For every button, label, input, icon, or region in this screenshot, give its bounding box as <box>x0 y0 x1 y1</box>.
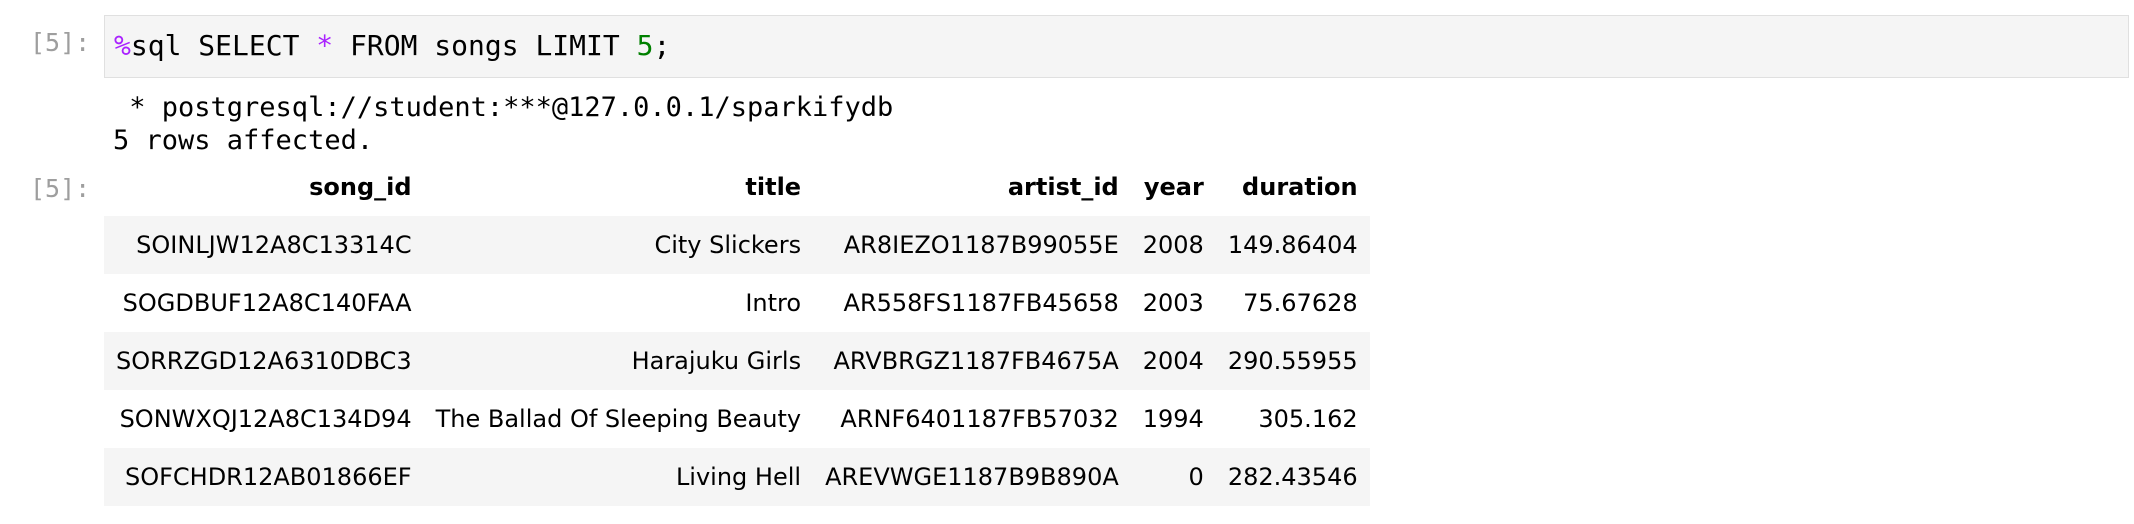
cell-song-id: SOGDBUF12A8C140FAA <box>122 289 412 317</box>
cell-title: The Ballad Of Sleeping Beauty <box>435 405 802 433</box>
star-operator: * <box>316 29 334 62</box>
cell-artist-id: ARVBRGZ1187FB4675A <box>833 347 1119 375</box>
table-row: SOGDBUF12A8C140FAA Intro AR558FS1187FB45… <box>104 274 1370 332</box>
column-header-duration: duration <box>1242 173 1358 201</box>
cell-song-id: SOFCHDR12AB01866EF <box>124 463 412 491</box>
cell-year: 2008 <box>1142 231 1204 259</box>
cell-artist-id: AR558FS1187FB45658 <box>843 289 1119 317</box>
output-prompt: [5]: <box>30 174 91 203</box>
code-text-3: ; <box>653 29 671 62</box>
code-line[interactable]: %sql SELECT * FROM songs LIMIT 5; <box>114 29 670 62</box>
cell-duration: 149.86404 <box>1227 231 1358 259</box>
cell-title: Intro <box>745 289 802 317</box>
column-header-year: year <box>1143 173 1204 201</box>
cell-duration: 305.162 <box>1258 405 1358 433</box>
cell-duration: 290.55955 <box>1227 347 1358 375</box>
cell-year: 1994 <box>1142 405 1204 433</box>
table-row: SORRZGD12A6310DBC3 Harajuku Girls ARVBRG… <box>104 332 1370 390</box>
table-header-row: song_id title artist_id year duration <box>104 158 1370 216</box>
code-input-cell[interactable]: %sql SELECT * FROM songs LIMIT 5; <box>104 15 2129 78</box>
cell-song-id: SOINLJW12A8C13314C <box>136 231 412 259</box>
cell-song-id: SONWXQJ12A8C134D94 <box>119 405 412 433</box>
code-text-1: sql SELECT <box>130 29 317 62</box>
code-text-2: FROM songs LIMIT <box>333 29 637 62</box>
cell-artist-id: ARNF6401187FB57032 <box>840 405 1119 433</box>
cell-artist-id: AR8IEZO1187B99055E <box>843 231 1119 259</box>
result-table: song_id title artist_id year duration SO… <box>104 158 1370 506</box>
cell-duration: 75.67628 <box>1243 289 1358 317</box>
column-header-artist-id: artist_id <box>1007 173 1119 201</box>
input-prompt: [5]: <box>30 28 91 57</box>
magic-token: % <box>114 29 131 62</box>
column-header-song-id: song_id <box>309 173 412 201</box>
connection-output: * postgresql://student:***@127.0.0.1/spa… <box>113 92 894 123</box>
limit-number: 5 <box>636 29 654 62</box>
cell-duration: 282.43546 <box>1227 463 1358 491</box>
column-header-title: title <box>745 173 802 201</box>
cell-title: Harajuku Girls <box>631 347 802 375</box>
cell-title: City Slickers <box>654 231 802 259</box>
cell-year: 2003 <box>1142 289 1204 317</box>
rows-affected-output: 5 rows affected. <box>113 125 374 156</box>
cell-artist-id: AREVWGE1187B9B890A <box>825 463 1119 491</box>
table-row: SOFCHDR12AB01866EF Living Hell AREVWGE11… <box>104 448 1370 506</box>
cell-year: 0 <box>1188 463 1204 491</box>
table-row: SONWXQJ12A8C134D94 The Ballad Of Sleepin… <box>104 390 1370 448</box>
cell-song-id: SORRZGD12A6310DBC3 <box>116 347 412 375</box>
cell-title: Living Hell <box>675 463 802 491</box>
cell-year: 2004 <box>1142 347 1204 375</box>
table-row: SOINLJW12A8C13314C City Slickers AR8IEZO… <box>104 216 1370 274</box>
